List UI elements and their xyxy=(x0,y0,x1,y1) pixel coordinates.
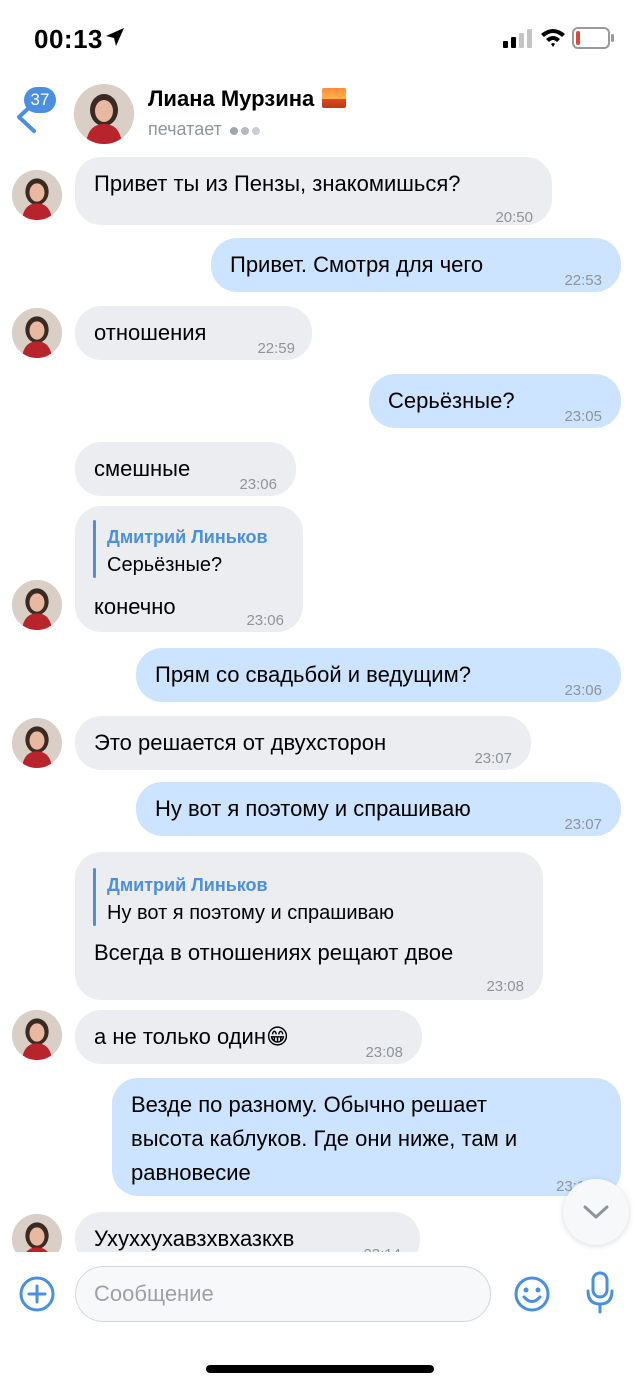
sender-avatar[interactable] xyxy=(12,1214,62,1252)
unread-count-badge[interactable]: 37 xyxy=(24,87,56,113)
status-time: 00:13 xyxy=(34,24,103,54)
reply-author: Дмитрий Линьков xyxy=(107,875,268,895)
message-text: а не только один😁 xyxy=(94,1024,289,1049)
message-time: 23:07 xyxy=(474,750,512,767)
battery-low-icon xyxy=(572,27,614,49)
outgoing-message[interactable]: Везде по разному. Обычно решает высота к… xyxy=(112,1078,621,1196)
sunset-emoji-icon xyxy=(322,88,347,108)
incoming-message[interactable]: отношения 22:59 xyxy=(75,306,312,360)
typing-status: печатает xyxy=(148,119,263,140)
message-text: Серьёзные? xyxy=(388,388,515,413)
message-text: смешные xyxy=(94,456,191,481)
outgoing-message[interactable]: Прям со свадьбой и ведущим? 23:06 xyxy=(136,648,621,702)
message-text: Привет ты из Пензы, знакомишься? xyxy=(94,171,461,196)
message-text: конечно xyxy=(94,594,176,619)
message-time: 23:06 xyxy=(239,476,277,493)
scroll-to-bottom-button[interactable] xyxy=(563,1179,629,1245)
reply-author: Дмитрий Линьков xyxy=(107,527,268,547)
sender-avatar[interactable] xyxy=(12,170,62,220)
message-time: 23:08 xyxy=(365,1044,403,1061)
typing-dots-icon xyxy=(229,119,263,140)
message-time: 22:53 xyxy=(564,272,602,289)
message-text: Прям со свадьбой и ведущим? xyxy=(155,662,471,687)
message-line: высота каблуков. Где они ниже, там и xyxy=(131,1126,518,1151)
message-list[interactable]: Привет ты из Пензы, знакомишься? 20:50 П… xyxy=(0,150,640,1252)
wifi-icon xyxy=(541,29,565,47)
reply-quote-text: Серьёзные? xyxy=(107,554,223,576)
message-time: 22:59 xyxy=(257,340,295,357)
message-time: 23:06 xyxy=(246,612,284,629)
message-time: 23:08 xyxy=(486,978,524,995)
message-text: отношения xyxy=(94,320,207,345)
message-input[interactable] xyxy=(75,1266,491,1322)
reply-quote-text: Ну вот я поэтому и спрашиваю xyxy=(107,902,395,924)
contact-name[interactable]: Лиана Мурзина xyxy=(148,86,347,112)
incoming-reply-message[interactable]: Дмитрий Линьков Серьёзные? конечно 23:06 xyxy=(75,506,303,632)
message-text: Привет. Смотря для чего xyxy=(230,252,484,277)
reply-quote-bar xyxy=(93,520,96,578)
sender-avatar[interactable] xyxy=(12,308,62,358)
message-text: Всегда в отношениях рещают двое xyxy=(94,940,454,965)
sender-avatar[interactable] xyxy=(12,718,62,768)
message-time: 23:07 xyxy=(564,816,602,833)
message-line: равновесие xyxy=(131,1160,251,1185)
outgoing-message[interactable]: Ну вот я поэтому и спрашиваю 23:07 xyxy=(136,782,621,836)
incoming-message[interactable]: Ухуххухавзхвхазкхв 23:14 xyxy=(75,1212,420,1252)
incoming-message[interactable]: Это решается от двухсторон 23:07 xyxy=(75,716,531,770)
microphone-icon[interactable] xyxy=(585,1271,615,1315)
incoming-reply-message[interactable]: Дмитрий Линьков Ну вот я поэтому и спраш… xyxy=(75,852,543,1000)
reply-quote-bar xyxy=(93,868,96,926)
home-indicator[interactable] xyxy=(206,1365,434,1373)
message-text: Ну вот я поэтому и спрашиваю xyxy=(155,796,471,821)
chevron-down-icon xyxy=(583,1205,609,1219)
message-time: 20:50 xyxy=(495,209,533,226)
incoming-message[interactable]: смешные 23:06 xyxy=(75,442,296,496)
emoji-smile-icon[interactable] xyxy=(513,1275,551,1313)
message-text: Это решается от двухсторон xyxy=(94,730,387,755)
outgoing-message[interactable]: Серьёзные? 23:05 xyxy=(369,374,621,428)
status-bar: 00:13 xyxy=(0,0,640,80)
attach-plus-icon[interactable] xyxy=(18,1275,56,1313)
outgoing-message[interactable]: Привет. Смотря для чего 22:53 xyxy=(211,238,621,292)
message-time: 23:06 xyxy=(564,682,602,699)
location-arrow-icon xyxy=(106,28,124,46)
sender-avatar[interactable] xyxy=(12,1010,62,1060)
signal-icon xyxy=(503,29,532,48)
incoming-message[interactable]: Привет ты из Пензы, знакомишься? 20:50 xyxy=(75,157,552,226)
message-time: 23:14 xyxy=(363,1240,401,1252)
message-line: Везде по разному. Обычно решает xyxy=(131,1092,487,1117)
incoming-message[interactable]: а не только один😁 23:08 xyxy=(75,1010,422,1064)
contact-avatar[interactable] xyxy=(74,84,134,144)
message-time: 23:05 xyxy=(564,408,602,425)
sender-avatar[interactable] xyxy=(12,580,62,630)
message-text: Ухуххухавзхвхазкхв xyxy=(94,1226,295,1251)
